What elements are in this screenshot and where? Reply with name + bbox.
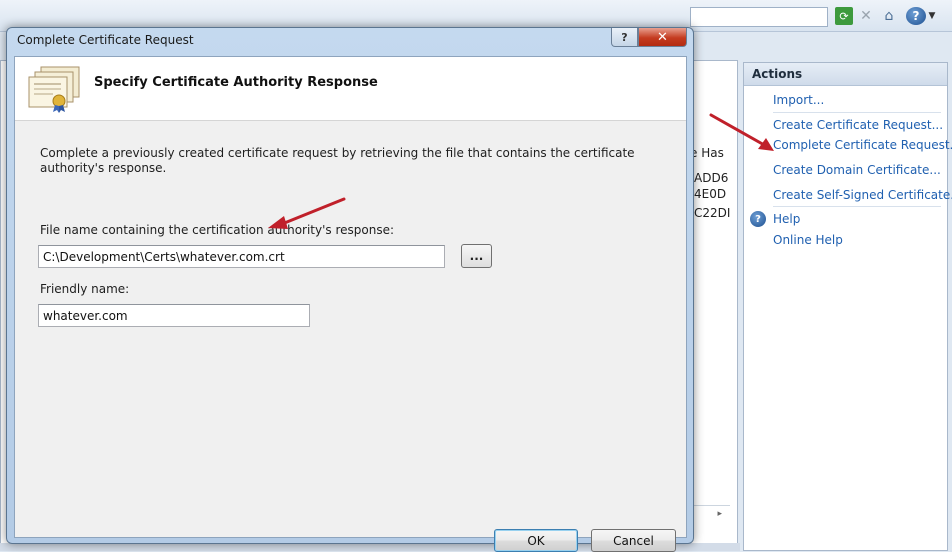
dialog-title: Complete Certificate Request [17,33,194,47]
import-link[interactable]: Import... [773,93,824,107]
close-button[interactable]: ✕ [638,28,687,47]
actions-panel: Actions Import... Create Certificate Req… [743,62,952,551]
divider [773,206,941,207]
home-icon[interactable]: ⌂ [880,7,898,25]
certificate-icon [28,66,80,113]
dialog-banner: Specify Certificate Authority Response [15,57,686,121]
refresh-icon[interactable]: ⟳ [835,7,853,25]
dialog-client-area: Specify Certificate Authority Response C… [14,56,687,552]
address-bar[interactable] [690,7,828,27]
create-domain-certificate-link[interactable]: Create Domain Certificate... [773,163,941,177]
help-icon[interactable]: ? [906,7,926,25]
dialog-help-button[interactable]: ? [611,28,638,47]
create-certificate-request-link[interactable]: Create Certificate Request... [773,118,943,132]
horizontal-scrollbar[interactable]: ▸ [692,505,730,522]
friendly-name-input[interactable] [38,304,310,327]
actions-header: Actions [744,63,947,86]
help-icon: ? [750,211,766,227]
friendly-name-label: Friendly name: [40,282,130,296]
ok-button[interactable]: OK [494,529,578,552]
grid-column-header[interactable]: e Has [690,146,736,160]
grid-cell-hash: ADD6 [694,171,729,185]
dialog-heading: Specify Certificate Authority Response [94,75,378,90]
help-link[interactable]: Help [773,212,800,226]
file-name-input[interactable] [38,245,445,268]
stop-icon[interactable]: ✕ [857,7,875,25]
grid-cell-hash: C22DI [694,206,731,220]
cancel-button[interactable]: Cancel [591,529,676,552]
dialog-description: Complete a previously created certificat… [40,146,635,175]
create-self-signed-certificate-link[interactable]: Create Self-Signed Certificate... [773,188,952,202]
browse-button[interactable]: ... [461,244,492,268]
file-name-label: File name containing the certification a… [40,223,395,237]
complete-certificate-request-dialog: Complete Certificate Request ? ✕ Specify… [6,27,694,552]
online-help-link[interactable]: Online Help [773,233,843,247]
divider [773,112,941,113]
complete-certificate-request-link[interactable]: Complete Certificate Request... [773,138,952,152]
chevron-down-icon[interactable]: ▼ [926,7,938,25]
grid-cell-hash: 4E0D [694,187,727,201]
